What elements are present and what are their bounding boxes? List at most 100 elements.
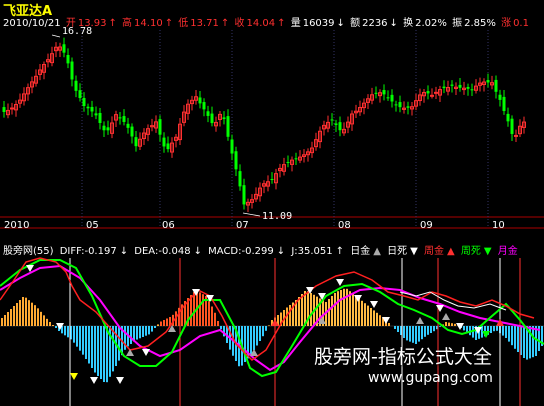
triangle-down-icon: ▼ [410,246,418,256]
candle-body [74,80,78,91]
month-label: 07 [236,220,249,231]
candle-body [494,79,498,92]
candle-body [10,107,14,110]
high-price-marker: 16.78 [62,26,93,37]
candle-body [334,123,338,126]
down-arrow-icon: ↓ [276,246,286,256]
watermark-url: www.gupang.com [368,370,493,386]
candle-body [2,107,6,112]
up-arrow-icon: ↑ [335,246,345,256]
zhousi-label: 周死 [460,246,481,256]
candle-body [506,113,510,122]
candle-body [386,97,390,99]
low-marker-leader [242,212,261,217]
triangle-up-icon [416,317,424,324]
candle-body [98,112,102,123]
candle-body [126,123,130,128]
candle-body [442,86,446,89]
triangle-down-icon [90,377,98,384]
candle-body [394,104,398,106]
candle-body [374,92,378,94]
macd-value: MACD:-0.299 [208,246,274,256]
candle-body [502,96,506,112]
candle-body [90,106,94,112]
candle-body [86,106,90,109]
month-label: 06 [162,220,175,231]
triangle-down-icon [456,323,464,330]
candle-body [430,94,434,97]
candle-body [406,106,410,108]
candle-body [118,117,122,119]
candle-body [134,137,138,147]
triangle-down-icon [116,377,124,384]
candle-body [426,91,430,94]
down-arrow-icon: ↓ [193,246,202,256]
candle-body [390,94,394,102]
candle-body [514,134,518,137]
candle-body [434,91,438,94]
triangle-down-icon [436,305,444,312]
month-label: 08 [338,220,351,231]
indicator-name: 股旁网(55) [3,246,54,256]
month-label: 2010 [4,220,30,231]
candle-body [486,80,490,83]
candle-body [398,102,402,108]
candle-body [338,122,342,131]
candle-body [330,119,334,121]
month-label: 05 [86,220,99,231]
triangle-down-icon [336,279,344,286]
down-arrow-icon: ↓ [119,246,129,256]
candle-body [130,126,134,137]
candle-body [94,113,98,116]
month-label: 09 [420,220,433,231]
candle-body [294,158,298,160]
candle-body [222,117,226,120]
candle-body [466,86,470,89]
candle-body [234,151,238,170]
candle-body [106,127,110,131]
candle-body [62,44,66,53]
candle-body [242,185,246,205]
candle-body [510,118,514,134]
candle-body [286,161,290,163]
candle-body [206,111,210,116]
candle-body [458,84,462,88]
watermark-title: 股旁网-指标公式大全 [314,346,492,368]
yuejin-label: 月金 [497,246,518,256]
triangle-down-icon [370,301,378,308]
risi-label: 日死 [387,246,408,256]
candle-body [382,89,386,95]
candle-body [78,90,82,99]
dea-value: DEA:-0.048 [134,246,191,256]
j-value: J:35.051 [291,246,333,256]
candle-body [82,98,86,107]
triangle-up-icon: ▲ [447,246,455,256]
low-price-marker: 11.09 [262,211,293,222]
candle-body [102,125,106,131]
triangle-down-icon [70,373,78,380]
candle-body [162,137,166,147]
triangle-up-icon: ▲ [373,246,381,256]
candle-body [198,97,202,104]
candle-body [470,89,474,91]
indicator-bar: 股旁网(55) DIFF:-0.197 ↓ DEA:-0.048 ↓ MACD:-0… [3,242,543,256]
candle-body [270,178,274,180]
candle-body [166,143,170,150]
candlesticks [2,37,526,212]
month-label: 10 [492,220,505,231]
diff-value: DIFF:-0.197 [59,246,117,256]
candle-body [158,119,162,135]
candle-body [226,116,230,137]
candle-body [498,94,502,100]
candle-body [122,116,126,122]
triangle-down-icon: ▼ [483,246,492,256]
candle-body [450,84,454,86]
candle-body [70,61,74,80]
zhoujin-label: 周金 [424,246,444,256]
candle-body [230,139,234,154]
candle-body [210,113,214,124]
candle-body [238,171,242,187]
rijin-label: 日金 [350,246,371,256]
candle-body [202,102,206,110]
month-gridlines [81,30,489,228]
